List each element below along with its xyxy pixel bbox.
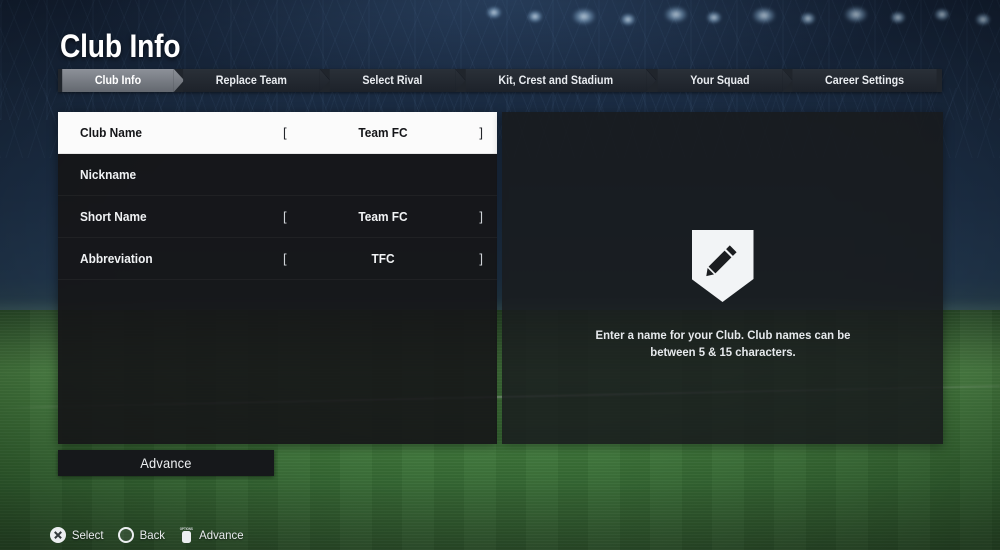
controller-hint: Select [50,527,104,543]
tab-select-rival[interactable]: Select Rival [329,69,465,92]
info-description-panel: Enter a name for your Club. Club names c… [502,112,943,444]
pencil-shield-icon [691,230,754,302]
form-row-label: Nickname [80,167,137,182]
tab-chevron-icon [646,69,657,92]
playstation-options-button-icon: OPTIONS [180,527,193,544]
stepper-left-bracket[interactable]: [ [283,125,287,140]
form-row-club-name[interactable]: Club Name [ Team FC] [58,112,497,154]
page-title: Club Info [60,28,181,64]
options-button-body [182,531,192,543]
form-row-value: Team FC [358,125,408,140]
tab-replace-team[interactable]: Replace Team [183,69,330,92]
options-button-caption: OPTIONS [179,526,194,531]
form-row-value: TFC [371,251,395,266]
form-row-abbreviation[interactable]: Abbreviation [ TFC] [58,238,497,280]
controller-hint-label: Select [71,528,104,542]
form-row-label: Short Name [80,209,147,224]
tab-chevron-icon [319,69,330,92]
stepper-right-bracket[interactable]: ] [479,209,483,224]
form-row-nickname[interactable]: Nickname [58,154,497,196]
form-row-value-stepper[interactable]: [ TFC] [283,238,483,279]
stepper-left-bracket[interactable]: [ [283,251,287,266]
playstation-circle-button-icon [118,527,135,543]
navigation-tab-bar[interactable]: Club Info Replace Team Select Rival Kit, Cr… [58,69,942,92]
controller-hint-bar: Select Back OPTIONS Advance [50,524,245,546]
tab-club-info[interactable]: Club Info [62,69,185,92]
tab-chevron-icon [454,69,465,92]
tab-label: Your Squad [690,74,750,87]
stepper-right-bracket[interactable]: ] [479,251,483,266]
tab-label: Club Info [94,74,142,87]
tab-your-squad[interactable]: Your Squad [657,69,793,92]
controller-hint: OPTIONS Advance [180,527,245,544]
form-row-label: Club Name [80,125,143,140]
form-row-value-stepper[interactable]: [ Team FC] [283,196,483,237]
tab-career-settings[interactable]: Career Settings [792,69,937,92]
form-row-short-name[interactable]: Short Name [ Team FC] [58,196,497,238]
tab-label: Select Rival [362,74,423,87]
form-row-value-stepper[interactable]: [ Team FC] [283,112,483,153]
advance-button-label: Advance [140,455,192,471]
stepper-left-bracket[interactable]: [ [283,209,287,224]
club-info-form-panel[interactable]: Club Name [ Team FC] Nickname Short Name [ Tea… [58,112,497,444]
playstation-cross-button-icon [50,527,66,543]
tab-chevron-icon [782,69,793,92]
controller-hint-label: Back [140,528,166,542]
stepper-right-bracket[interactable]: ] [479,125,483,140]
controller-hint-label: Advance [199,528,244,542]
form-row-label: Abbreviation [80,251,153,266]
controller-hint: Back [118,527,166,543]
advance-button[interactable]: Advance [58,450,274,476]
tab-label: Kit, Crest and Stadium [498,74,614,87]
tab-kit-crest-and-stadium[interactable]: Kit, Crest and Stadium [466,69,657,92]
form-row-value: Team FC [358,209,408,224]
tab-label: Replace Team [215,74,287,87]
info-description-text: Enter a name for your Club. Club names c… [595,328,850,359]
tab-label: Career Settings [824,74,904,87]
